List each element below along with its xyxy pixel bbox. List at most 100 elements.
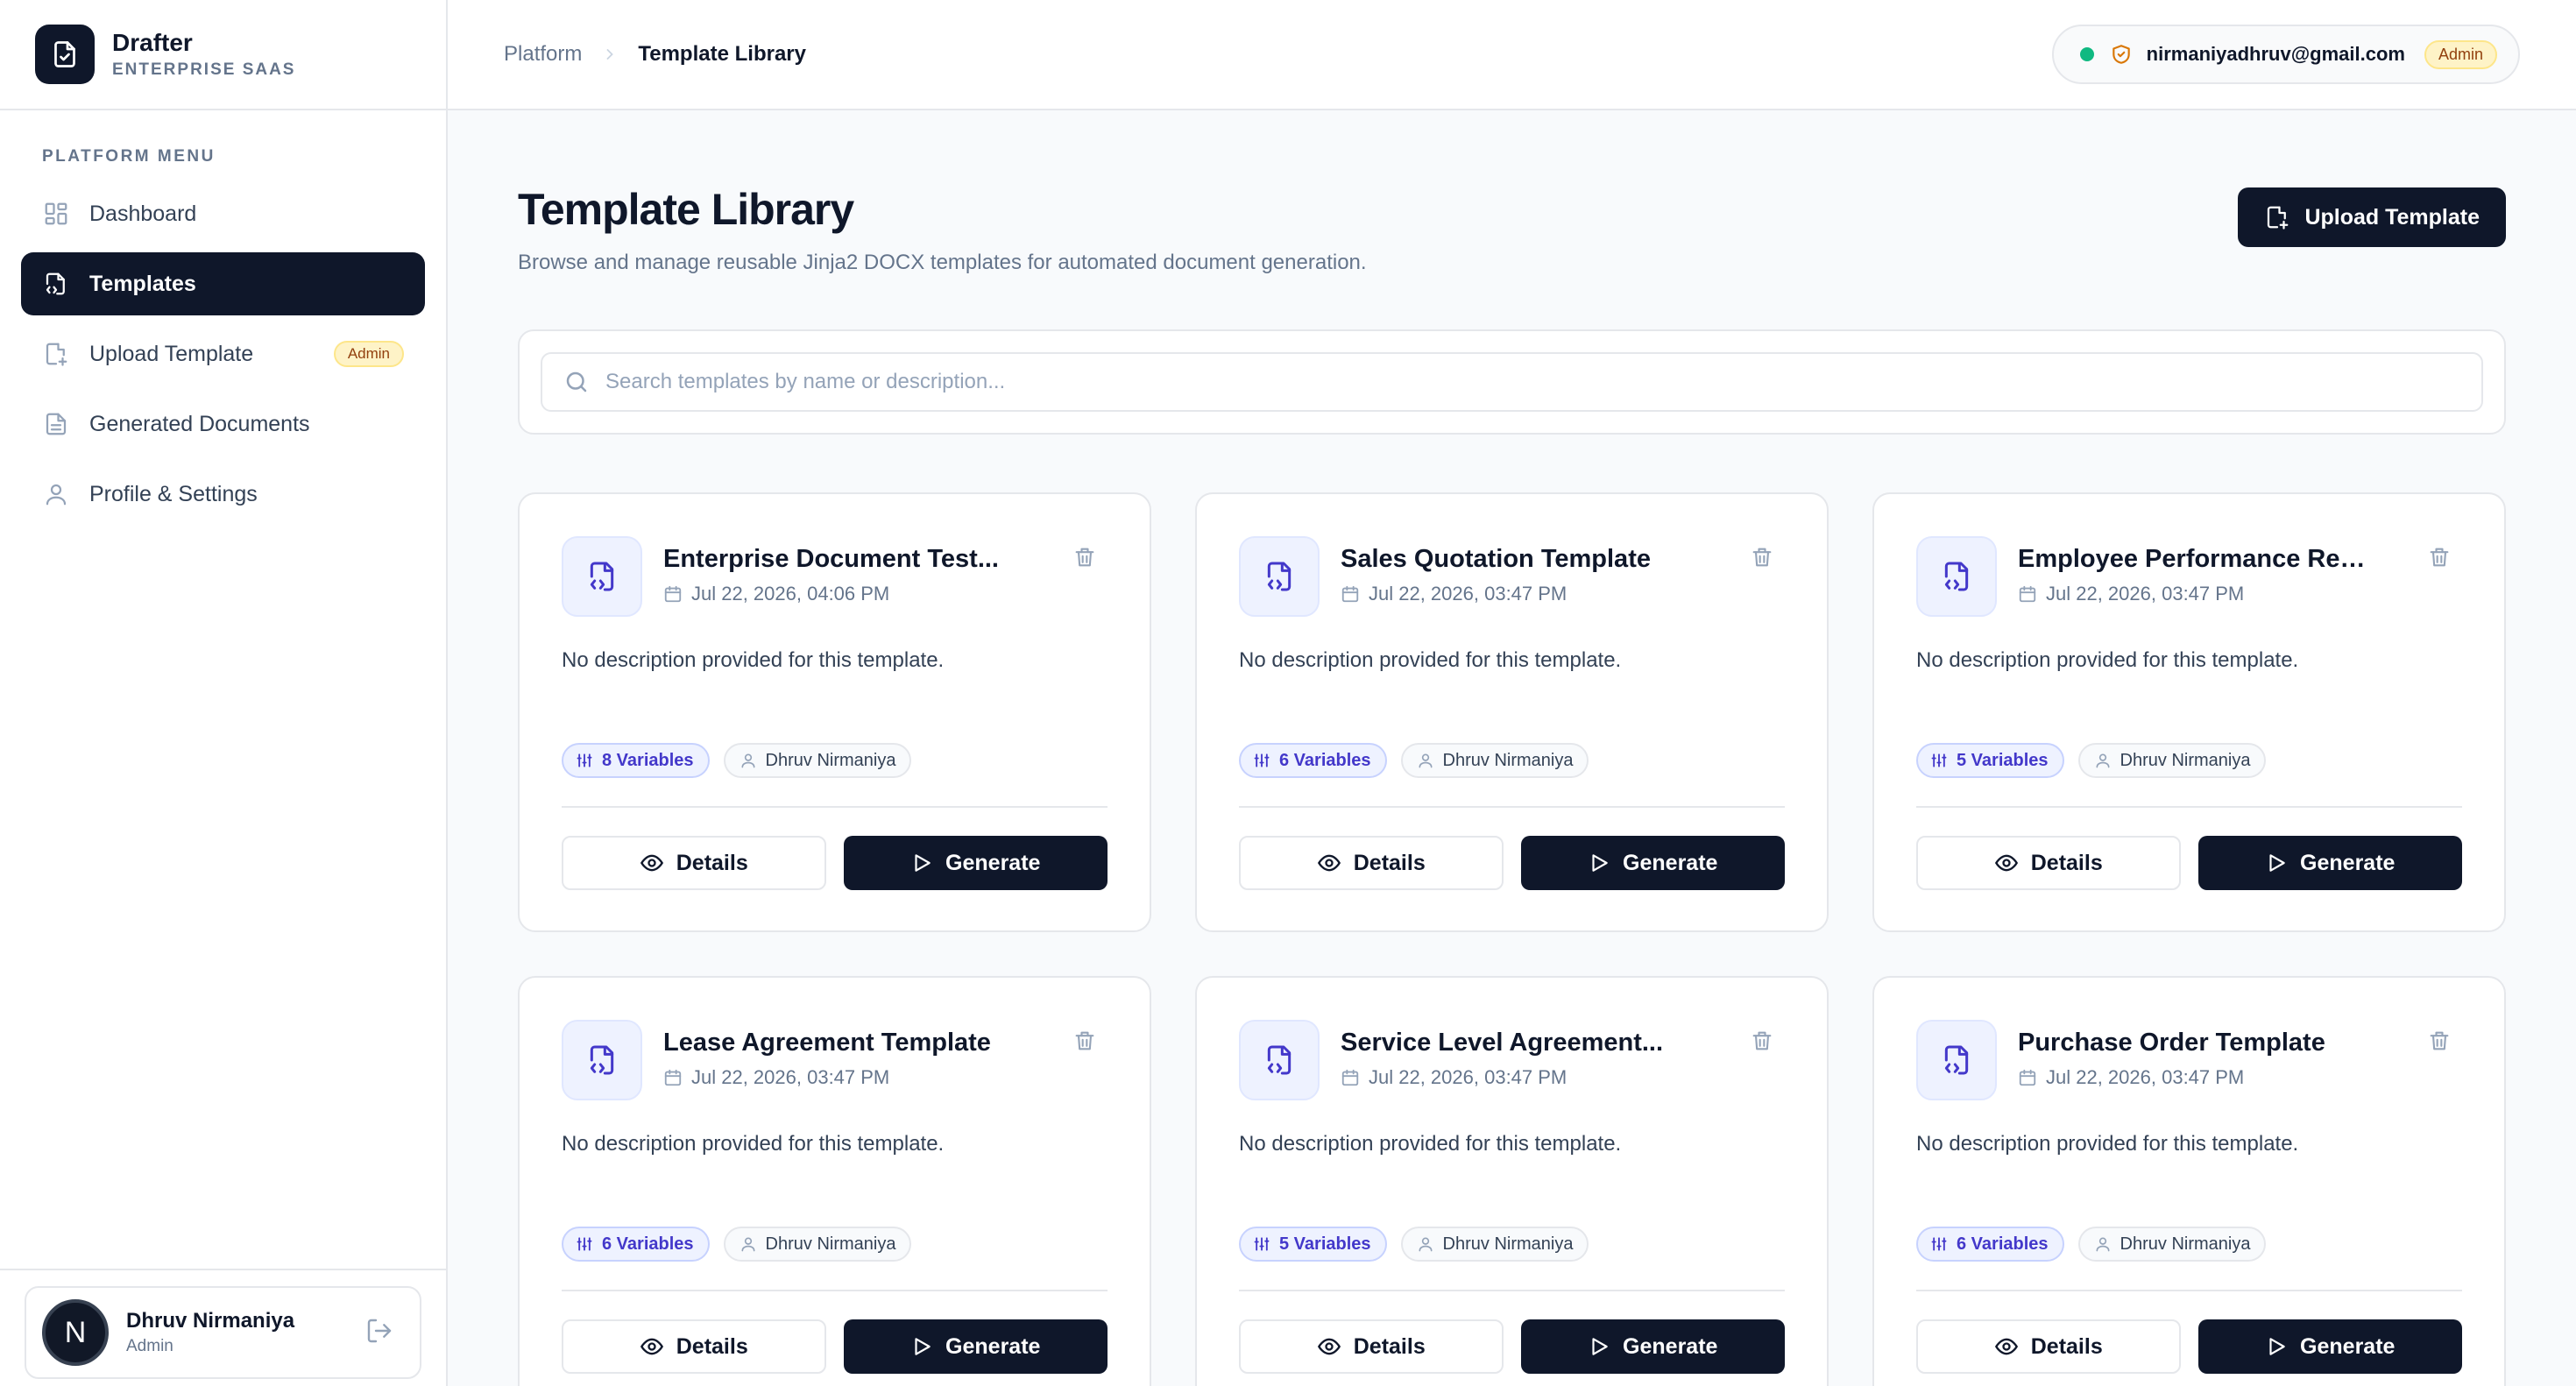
account-pill[interactable]: nirmaniyadhruv@gmail.com Admin [2051, 25, 2520, 84]
card-divider [1239, 806, 1785, 808]
owner-badge: Dhruv Nirmaniya [1400, 743, 1589, 778]
owner-name: Dhruv Nirmaniya [765, 750, 896, 770]
eye-icon [1994, 851, 2019, 875]
details-label: Details [2030, 850, 2103, 875]
breadcrumb-platform[interactable]: Platform [504, 42, 582, 67]
play-icon [1588, 1335, 1610, 1358]
page-description: Browse and manage reusable Jinja2 DOCX t… [518, 251, 1367, 274]
details-button[interactable]: Details [1916, 836, 2181, 890]
file-code-icon [42, 270, 70, 298]
sidebar-divider [0, 1269, 446, 1270]
details-button[interactable]: Details [1916, 1319, 2181, 1374]
template-title[interactable]: Purchase Order Template [2018, 1029, 2368, 1057]
template-title[interactable]: Lease Agreement Template [663, 1029, 1014, 1057]
sidebar-item-upload-template[interactable]: Upload Template Admin [21, 322, 425, 385]
brand-name: Drafter [112, 29, 193, 56]
generate-button[interactable]: Generate [1520, 1319, 1785, 1374]
details-button[interactable]: Details [1239, 836, 1504, 890]
sidebar-item-label: Generated Documents [89, 411, 310, 436]
logout-icon[interactable] [365, 1317, 393, 1349]
trash-icon[interactable] [1750, 1029, 1774, 1053]
sidebar-item-label: Templates [89, 271, 196, 296]
owner-badge: Dhruv Nirmaniya [1400, 1227, 1589, 1262]
search-box[interactable] [541, 352, 2483, 412]
details-label: Details [2030, 1333, 2103, 1359]
template-date: Jul 22, 2026, 03:47 PM [2046, 583, 2245, 605]
play-icon [1588, 852, 1610, 874]
sidebar-item-profile-settings[interactable]: Profile & Settings [21, 463, 425, 526]
user-icon [2094, 752, 2112, 769]
user-icon [42, 480, 70, 508]
trash-icon[interactable] [1072, 1029, 1097, 1053]
file-code-icon [1239, 536, 1320, 617]
sidebar-item-templates[interactable]: Templates [21, 252, 425, 315]
card-divider [1239, 1290, 1785, 1291]
sidebar: Drafter ENTERPRISE SAAS PLATFORM MENU Da… [0, 0, 448, 1386]
brand-subtitle: ENTERPRISE SAAS [112, 60, 296, 79]
search-icon [563, 369, 590, 395]
sliders-icon [1253, 1235, 1270, 1253]
trash-icon[interactable] [1750, 545, 1774, 569]
owner-badge: Dhruv Nirmaniya [723, 743, 912, 778]
variables-count: 6 Variables [602, 1234, 694, 1254]
template-date: Jul 22, 2026, 03:47 PM [2046, 1066, 2245, 1088]
upload-template-button[interactable]: Upload Template [2238, 187, 2506, 247]
avatar[interactable]: N [42, 1299, 109, 1366]
template-title[interactable]: Employee Performance Revie... [2018, 545, 2368, 574]
card-divider [562, 1290, 1108, 1291]
topbar: Platform Template Library nirmaniyadhruv… [448, 0, 2576, 110]
file-upload-icon [42, 340, 70, 368]
brand-logo-icon [35, 25, 95, 84]
details-label: Details [1353, 850, 1426, 875]
search-input[interactable] [605, 370, 2481, 394]
details-button[interactable]: Details [562, 836, 826, 890]
template-card: Lease Agreement Template Jul 22, 2026, 0… [518, 976, 1151, 1386]
template-description: No description provided for this templat… [1916, 1132, 2299, 1156]
sidebar-item-label: Profile & Settings [89, 481, 258, 506]
file-code-icon [1916, 1020, 1997, 1100]
template-description: No description provided for this templat… [1239, 1132, 1622, 1156]
trash-icon[interactable] [2427, 545, 2452, 569]
sidebar-item-generated-documents[interactable]: Generated Documents [21, 392, 425, 456]
details-button[interactable]: Details [1239, 1319, 1504, 1374]
template-date: Jul 22, 2026, 03:47 PM [1369, 1066, 1568, 1088]
sliders-icon [1930, 1235, 1948, 1253]
file-code-icon [1239, 1020, 1320, 1100]
card-divider [1916, 1290, 2462, 1291]
generate-label: Generate [2300, 1333, 2396, 1359]
variables-badge: 8 Variables [562, 743, 710, 778]
generate-button[interactable]: Generate [843, 1319, 1108, 1374]
generate-button[interactable]: Generate [843, 836, 1108, 890]
variables-badge: 5 Variables [1239, 1227, 1387, 1262]
variables-count: 8 Variables [602, 750, 694, 770]
template-date: Jul 22, 2026, 04:06 PM [691, 583, 890, 605]
user-icon [740, 1235, 757, 1253]
template-library-section: Template Library Browse and manage reusa… [448, 184, 2576, 1386]
user-icon [740, 752, 757, 769]
variables-badge: 5 Variables [1916, 743, 2064, 778]
calendar-icon [1341, 584, 1360, 604]
template-title[interactable]: Service Level Agreement... [1341, 1029, 1691, 1057]
template-title[interactable]: Enterprise Document Test... [663, 545, 1014, 574]
search-card [518, 329, 2506, 435]
brand[interactable]: Drafter ENTERPRISE SAAS [0, 0, 446, 110]
details-button[interactable]: Details [562, 1319, 826, 1374]
calendar-icon [1341, 1068, 1360, 1087]
details-label: Details [1353, 1333, 1426, 1359]
user-icon [2094, 1235, 2112, 1253]
template-description: No description provided for this templat… [562, 1132, 945, 1156]
generate-button[interactable]: Generate [1520, 836, 1785, 890]
generate-button[interactable]: Generate [2197, 836, 2462, 890]
template-title[interactable]: Sales Quotation Template [1341, 545, 1691, 574]
generate-button[interactable]: Generate [2197, 1319, 2462, 1374]
play-icon [910, 1335, 933, 1358]
owner-badge: Dhruv Nirmaniya [2077, 743, 2267, 778]
trash-icon[interactable] [1072, 545, 1097, 569]
sidebar-item-dashboard[interactable]: Dashboard [21, 182, 425, 245]
generate-label: Generate [945, 1333, 1041, 1359]
trash-icon[interactable] [2427, 1029, 2452, 1053]
sidebar-menu: Dashboard Templates Upload Template Admi… [0, 182, 446, 526]
variables-count: 5 Variables [1279, 1234, 1371, 1254]
menu-heading: PLATFORM MENU [42, 147, 216, 166]
owner-badge: Dhruv Nirmaniya [2077, 1227, 2267, 1262]
